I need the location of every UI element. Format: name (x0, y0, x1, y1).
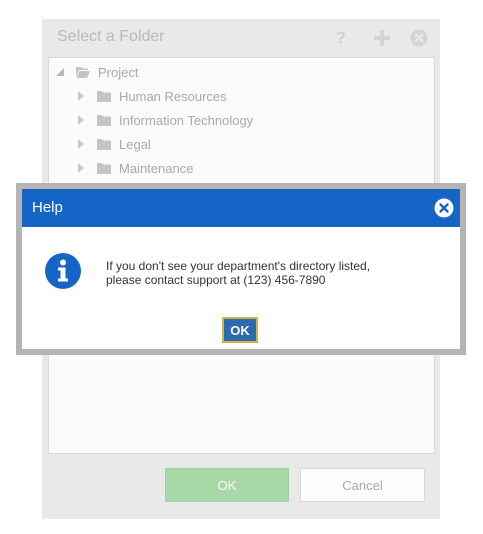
folder-icon (97, 138, 111, 150)
select-folder-title: Select a Folder (57, 28, 165, 45)
tree-node-information-technology[interactable]: Information Technology (75, 110, 253, 130)
plus-icon[interactable] (372, 28, 392, 48)
close-circle-icon[interactable] (434, 198, 454, 218)
folder-icon (97, 114, 111, 126)
help-ok-button[interactable]: OK (222, 317, 258, 343)
select-folder-titlebar: Select a Folder ? (42, 19, 440, 57)
help-dialog-header: Help (22, 189, 460, 227)
tree-node-human-resources[interactable]: Human Resources (75, 86, 227, 106)
tree-node-maintenance[interactable]: Maintenance (75, 158, 193, 178)
close-circle-icon[interactable] (409, 28, 429, 48)
screen: Select a Folder ? Project Human Resource… (0, 0, 483, 534)
help-dialog-title: Help (32, 199, 63, 216)
collapsed-arrow-icon[interactable] (75, 114, 87, 126)
collapsed-arrow-icon[interactable] (75, 162, 87, 174)
expanded-arrow-icon[interactable] (54, 66, 66, 78)
tree-node-label: Information Technology (119, 112, 254, 128)
tree-node-label: Legal (119, 136, 151, 152)
folder-icon (97, 90, 111, 102)
tree-node-label: Human Resources (119, 88, 227, 104)
folder-open-icon (76, 66, 90, 78)
help-dialog: Help If you don't see your department's … (16, 183, 466, 355)
tree-node-label: Project (98, 64, 139, 80)
folder-icon (97, 162, 111, 174)
folder-ok-button[interactable]: OK (165, 468, 289, 502)
tree-node-label: Maintenance (119, 160, 194, 176)
help-message: If you don't see your department's direc… (106, 259, 371, 287)
question-icon[interactable]: ? (331, 28, 351, 48)
folder-cancel-button[interactable]: Cancel (300, 468, 425, 502)
collapsed-arrow-icon[interactable] (75, 90, 87, 102)
collapsed-arrow-icon[interactable] (75, 138, 87, 150)
tree-node-legal[interactable]: Legal (75, 134, 151, 154)
help-dialog-body: If you don't see your department's direc… (22, 227, 460, 349)
info-icon (45, 253, 81, 289)
select-folder-footer: OK Cancel (42, 455, 440, 519)
tree-node-project[interactable]: Project (54, 62, 138, 82)
